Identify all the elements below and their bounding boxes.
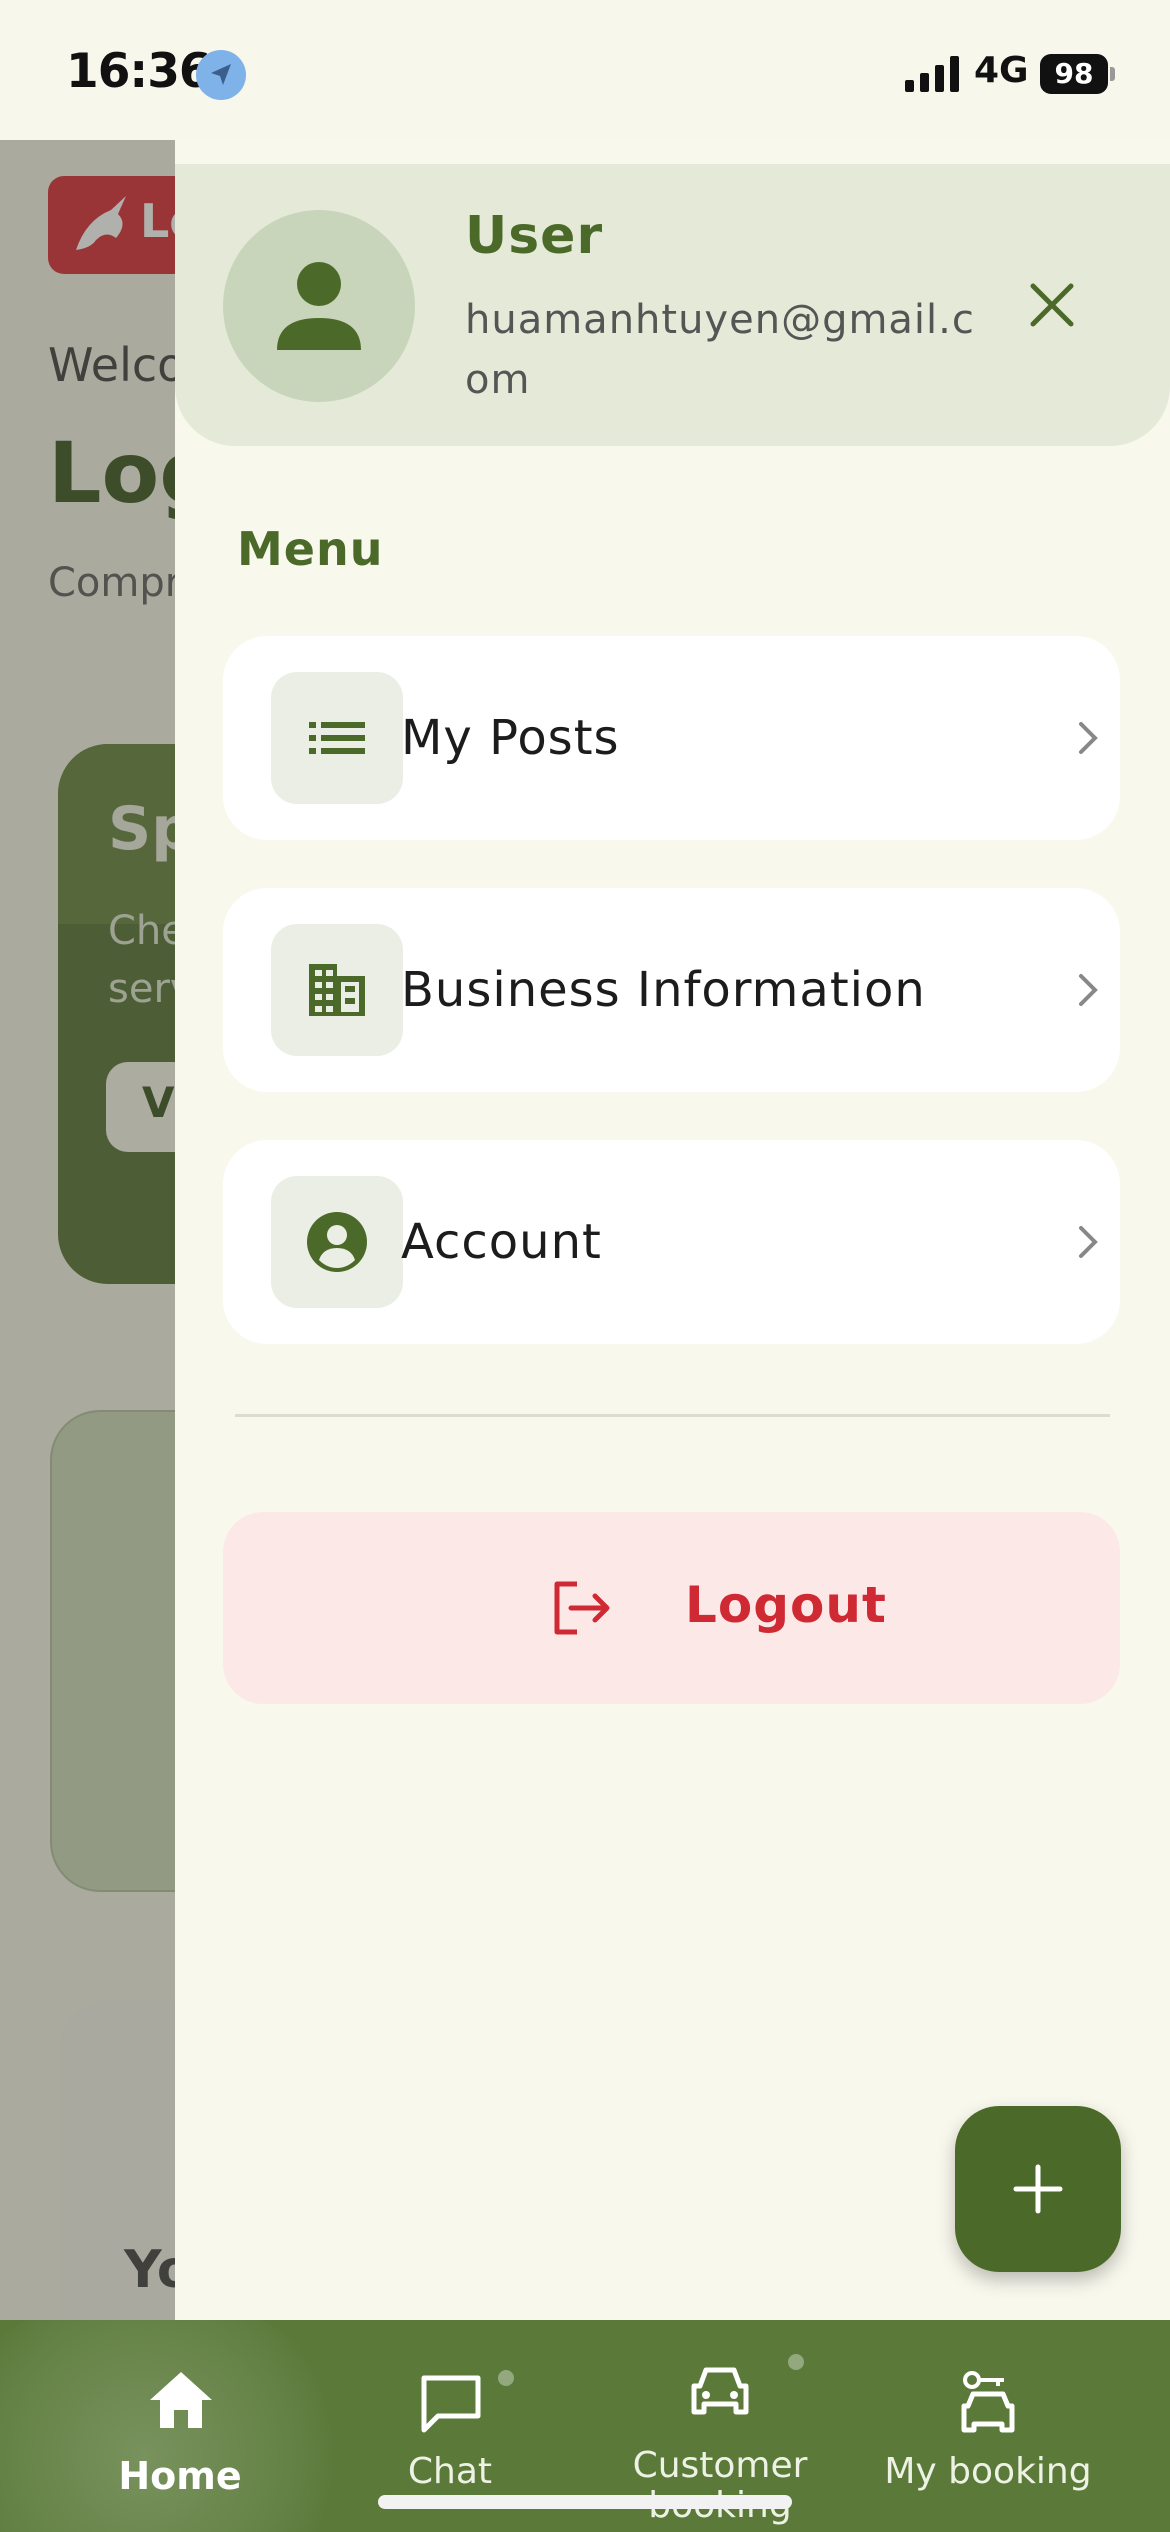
account-circle-icon	[271, 1176, 403, 1308]
nav-label: Customer booking	[632, 2445, 808, 2526]
notification-dot	[498, 2370, 514, 2386]
navigation-drawer: User huamanhtuyen@gmail.com Menu My Post…	[175, 140, 1170, 2320]
home-indicator	[378, 2495, 792, 2509]
network-type: 4G	[974, 50, 1029, 91]
menu-item-business-information[interactable]: Business Information	[223, 888, 1120, 1092]
battery-tip	[1110, 67, 1115, 81]
menu-item-label: Business Information	[401, 962, 926, 1018]
user-email: huamanhtuyen@gmail.com	[465, 297, 975, 403]
add-fab-button[interactable]	[955, 2106, 1121, 2272]
menu-divider	[235, 1414, 1110, 1417]
chat-icon	[421, 2375, 481, 2433]
menu-section-title: Menu	[237, 522, 384, 576]
close-icon[interactable]	[1017, 270, 1087, 340]
nav-label: Home	[118, 2454, 242, 2498]
drawer-header: User huamanhtuyen@gmail.com	[175, 164, 1170, 446]
avatar	[223, 210, 415, 402]
menu-item-label: Account	[401, 1214, 602, 1270]
status-time: 16:36	[66, 44, 212, 99]
home-icon	[150, 2372, 212, 2428]
nav-label: Chat	[407, 2451, 493, 2492]
chevron-right-icon	[1079, 974, 1098, 1006]
user-name: User	[465, 206, 604, 266]
plus-icon	[1013, 2164, 1063, 2214]
nav-item-home[interactable]: Home	[30, 2320, 330, 2532]
chevron-right-icon	[1079, 1226, 1098, 1258]
status-bar: 16:36 4G 98	[0, 0, 1170, 140]
nav-item-my-booking[interactable]: My booking	[838, 2320, 1138, 2532]
chevron-right-icon	[1079, 722, 1098, 754]
list-icon	[271, 672, 403, 804]
person-icon	[277, 262, 361, 350]
car-key-icon	[961, 2371, 1015, 2433]
battery-icon: 98	[1040, 54, 1108, 94]
menu-item-label: My Posts	[401, 710, 620, 766]
battery-level: 98	[1054, 57, 1094, 90]
cellular-signal-icon	[905, 56, 959, 92]
building-icon	[271, 924, 403, 1056]
nav-label: My booking	[884, 2451, 1092, 2492]
notification-dot	[788, 2354, 804, 2370]
menu-item-my-posts[interactable]: My Posts	[223, 636, 1120, 840]
location-arrow-icon	[196, 50, 246, 100]
menu-item-account[interactable]: Account	[223, 1140, 1120, 1344]
logout-icon	[554, 1581, 610, 1635]
car-icon	[691, 2367, 749, 2415]
logout-label: Logout	[685, 1576, 887, 1634]
logout-button[interactable]: Logout	[223, 1512, 1120, 1704]
